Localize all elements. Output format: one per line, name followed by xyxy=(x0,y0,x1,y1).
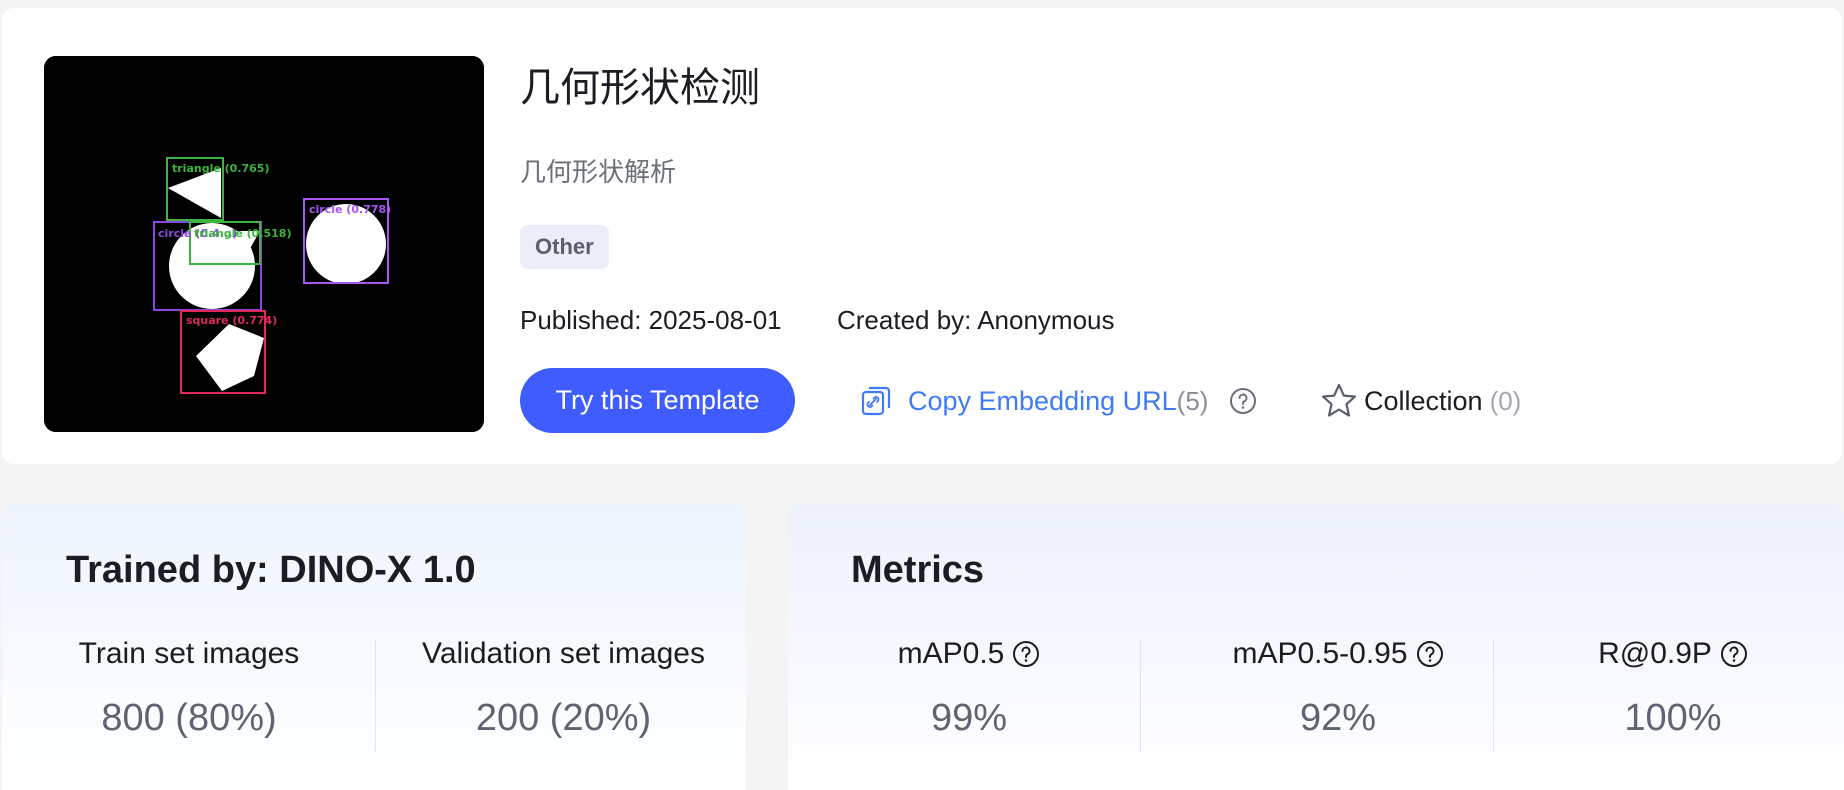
metrics-title: Metrics xyxy=(851,549,985,591)
stat-value: 200 (20%) xyxy=(475,697,652,739)
validation-set-stat: Validation set images 200 (20%) xyxy=(406,634,721,744)
metric-value: 100% xyxy=(1624,697,1722,739)
category-tag[interactable]: Other xyxy=(520,225,609,269)
metric-value: 99% xyxy=(930,697,1008,739)
template-card: triangle (0.765) circle (0.778) circle (… xyxy=(2,8,1842,464)
detection-preview-image: triangle (0.765) circle (0.778) circle (… xyxy=(44,56,484,432)
metric-label-row: mAP0.5-0.95 xyxy=(1188,634,1488,674)
metric-label: mAP0.5-0.95 xyxy=(1232,637,1408,670)
metric-label-row: mAP0.5 xyxy=(854,634,1084,674)
training-card: Trained by: DINO-X 1.0 Train set images … xyxy=(2,504,746,790)
link-icon xyxy=(861,386,891,416)
help-icon[interactable] xyxy=(1720,640,1748,668)
metric-r-at-0-9p: R@0.9P 100% xyxy=(1548,634,1798,744)
created-by: Created by: Anonymous xyxy=(837,305,1115,335)
metric-value: 92% xyxy=(1299,697,1377,739)
bbox-label-square: square (0.774) xyxy=(186,314,277,327)
metric-divider xyxy=(1493,640,1494,752)
metric-map50-95: mAP0.5-0.95 92% xyxy=(1188,634,1488,744)
stat-label: Train set images xyxy=(78,637,300,670)
bbox-label-circle-2: circle (0.778) xyxy=(309,203,391,216)
help-icon[interactable] xyxy=(1229,387,1257,415)
stat-divider xyxy=(375,640,376,752)
help-icon[interactable] xyxy=(1416,640,1444,668)
copy-embedding-url-label: Copy Embedding URL xyxy=(908,385,1177,416)
metric-label: mAP0.5 xyxy=(897,637,1005,670)
embedding-count: (5) xyxy=(1176,385,1209,416)
star-icon xyxy=(1321,383,1357,417)
collection-label: Collection xyxy=(1364,385,1483,416)
collection-button[interactable]: Collection (0) xyxy=(1320,380,1521,422)
metric-divider xyxy=(1140,640,1141,752)
bbox-label-triangle-1: triangle (0.765) xyxy=(172,162,270,175)
published-date: Published: 2025-08-01 xyxy=(520,305,782,335)
train-set-stat: Train set images 800 (80%) xyxy=(58,634,320,744)
copy-embedding-url-button[interactable]: Copy Embedding URL (5) xyxy=(860,380,1208,422)
template-title: 几何形状检测 xyxy=(520,66,760,110)
metric-label-row: R@0.9P xyxy=(1548,634,1798,674)
bbox-label-triangle-2: triangle (0.518) xyxy=(194,227,292,240)
metric-label: R@0.9P xyxy=(1598,637,1712,670)
metric-map50: mAP0.5 99% xyxy=(854,634,1084,744)
try-template-button[interactable]: Try this Template xyxy=(520,368,795,433)
collection-count: (0) xyxy=(1489,385,1522,416)
help-icon[interactable] xyxy=(1012,640,1040,668)
stat-label: Validation set images xyxy=(422,637,705,670)
metrics-card: Metrics mAP0.5 99% mAP0.5-0.95 92% R@0.9… xyxy=(788,504,1844,790)
template-subtitle: 几何形状解析 xyxy=(520,157,677,187)
template-thumbnail: triangle (0.765) circle (0.778) circle (… xyxy=(44,56,484,432)
stat-value: 800 (80%) xyxy=(101,697,277,739)
training-title: Trained by: DINO-X 1.0 xyxy=(66,549,476,591)
